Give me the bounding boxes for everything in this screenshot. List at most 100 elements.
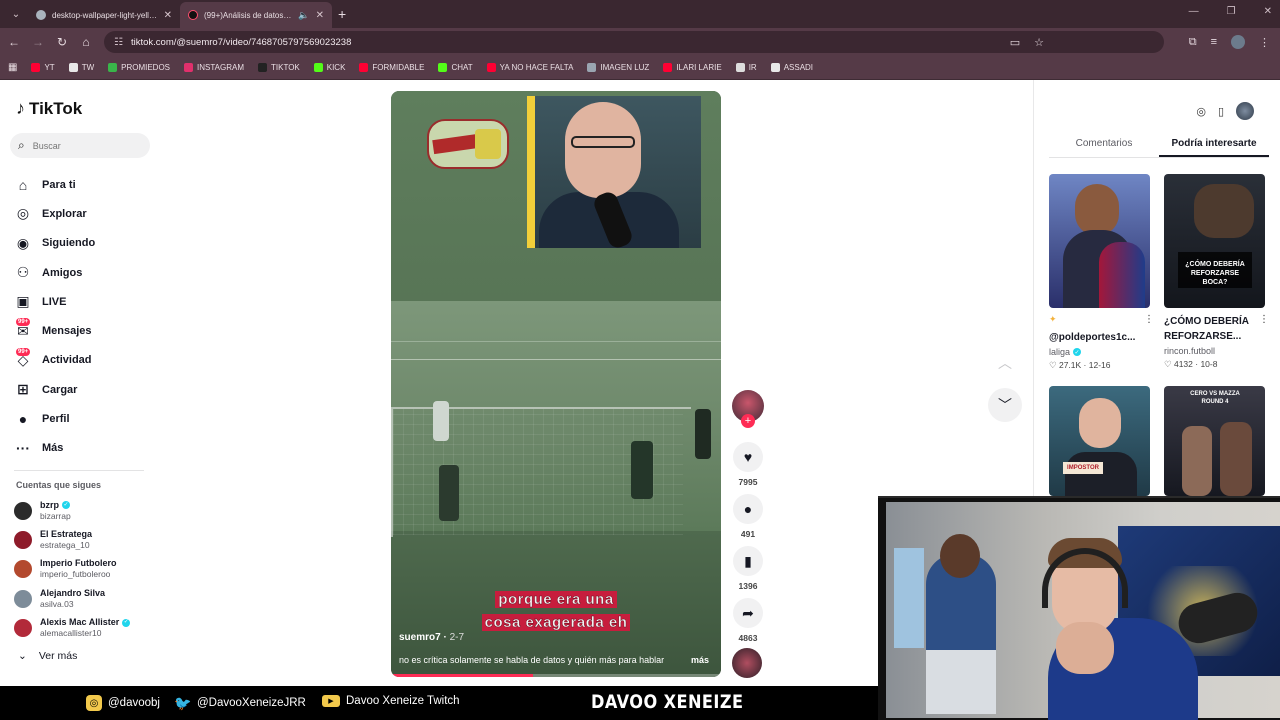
video-progress-bar[interactable] <box>391 674 721 677</box>
bookmark-label: FORMIDABLE <box>372 63 425 72</box>
subtitle-line-1: porque era una <box>391 591 721 608</box>
nav-label: Para ti <box>42 178 76 191</box>
bookmark-item[interactable]: IMAGEN LUZ <box>587 63 649 72</box>
forward-icon[interactable]: → <box>26 35 50 49</box>
next-video-button[interactable]: ﹀ <box>988 388 1022 422</box>
nav-item-explorar[interactable]: ◎ Explorar <box>14 199 95 228</box>
browser-tab-2[interactable]: (99+)Análisis de datos en el 🔈 ✕ <box>180 2 332 28</box>
maximize-icon[interactable]: ❐ <box>1227 6 1236 17</box>
bookmark-item[interactable]: TIKTOK <box>258 63 300 72</box>
bookmark-item[interactable]: YT <box>31 63 55 72</box>
suggested-video-card[interactable]: ✦ ⋮ @poldeportes1c... laliga ✓ ♡ 27.1K · … <box>1049 174 1154 371</box>
suggested-video-card[interactable]: ¿CÓMO DEBERÍA REFORZARSE BOCA? ⋮ ¿CÓMO D… <box>1164 174 1269 370</box>
nav-item-amigos[interactable]: ⚇ Amigos <box>14 258 95 287</box>
bookmark-item[interactable]: YA NO HACE FALTA <box>486 63 573 72</box>
suggested-video-card[interactable]: CERO VS MAZZA ROUND 4 <box>1164 386 1265 496</box>
bookmark-item[interactable]: KICK <box>313 63 345 72</box>
bookmark-star-icon[interactable]: ☆ <box>1034 36 1044 49</box>
site-info-icon[interactable]: ☷ <box>114 37 123 48</box>
music-disc-icon[interactable] <box>732 648 762 678</box>
chevron-up-icon: ︿ <box>998 355 1012 371</box>
following-account[interactable]: El Estratega estratega_10 <box>14 525 130 554</box>
video-player[interactable]: porque era una cosa exagerada eh suemro7… <box>391 91 721 677</box>
back-icon[interactable]: ← <box>2 35 26 49</box>
coin-icon[interactable]: ◎ <box>1196 105 1206 118</box>
browser-tab-1[interactable]: desktop-wallpaper-light-yellow ✕ <box>28 2 180 28</box>
tab-title: (99+)Análisis de datos en el <box>204 10 292 20</box>
bookmark-item[interactable]: FORMIDABLE <box>359 63 424 72</box>
url-text: tiktok.com/@suemro7/video/74687057975690… <box>130 36 352 48</box>
nav-item-mensajes[interactable]: ✉ 99+ Mensajes <box>14 316 95 345</box>
bookmark-item[interactable]: TW <box>68 63 95 72</box>
bookmark-item[interactable]: ASSADI <box>770 63 813 72</box>
card-meta: ♡ 4132 · 10-8 <box>1164 359 1218 369</box>
close-window-icon[interactable]: ✕ <box>1264 6 1272 17</box>
device-icon[interactable]: ▯ <box>1218 105 1224 118</box>
card-menu-icon[interactable]: ⋮ <box>1144 314 1154 325</box>
search-input[interactable] <box>32 140 133 151</box>
tiktok-sidebar: ♪ TikTok ⌕ ⌂ Para ti ◎ Explorar ◉ Siguiendo ⚇ A… <box>0 80 160 686</box>
nav-item-para-ti[interactable]: ⌂ Para ti <box>14 170 95 199</box>
extensions-icon[interactable]: ⧉ <box>1189 36 1197 49</box>
bookmark-item[interactable]: CHAT <box>438 63 473 72</box>
bookmark-item[interactable]: IR <box>735 63 757 72</box>
follow-plus-icon[interactable]: + <box>741 414 755 428</box>
bookmark-label: TW <box>81 63 95 72</box>
card-meta: ♡ 27.1K · 12-16 <box>1049 360 1111 370</box>
reload-icon[interactable]: ↻ <box>50 35 74 49</box>
creator-avatar[interactable]: + <box>732 390 764 428</box>
comment-count: 491 <box>740 529 756 539</box>
pitch-line <box>391 341 721 342</box>
bookmark-label: IMAGEN LUZ <box>600 63 650 72</box>
address-bar[interactable]: ☷ tiktok.com/@suemro7/video/746870579756… <box>104 31 1164 53</box>
close-tab-icon[interactable]: ✕ <box>316 10 324 21</box>
apps-grid-icon[interactable]: ▦ <box>8 62 17 73</box>
new-tab-button[interactable]: + <box>338 6 346 22</box>
share-button[interactable]: ➦ 4863 <box>732 598 764 643</box>
profile-avatar[interactable] <box>1231 35 1245 49</box>
following-account[interactable]: Alexis Mac Allister ✓ alemacallister10 <box>14 614 131 643</box>
following-list: bzrp ✓ bizarrap El Estratega estratega_10 Imp… <box>14 496 131 643</box>
comment-button[interactable]: ● 491 <box>732 494 764 539</box>
nav-item-más[interactable]: ··· Más <box>14 434 95 463</box>
user-avatar[interactable] <box>1236 102 1254 120</box>
nav-item-cargar[interactable]: ⊞ Cargar <box>14 375 95 404</box>
chevron-down-icon: ﹀ <box>988 388 1022 422</box>
tiktok-logo[interactable]: ♪ TikTok <box>16 98 82 119</box>
save-button[interactable]: ▮ 1396 <box>732 546 764 591</box>
speaker-icon[interactable]: 🔈 <box>298 10 309 21</box>
bookmark-item[interactable]: INSTAGRAM <box>184 63 244 72</box>
card-menu-icon[interactable]: ⋮ <box>1259 314 1269 325</box>
search-box[interactable]: ⌕ <box>10 133 150 158</box>
nav-item-siguiendo[interactable]: ◉ Siguiendo <box>14 229 95 258</box>
home-icon[interactable]: ⌂ <box>74 35 98 49</box>
bookmark-item[interactable]: ILARI LARIE <box>663 63 722 72</box>
following-account[interactable]: Alejandro Silva asilva.03 <box>14 584 130 613</box>
prev-video-button[interactable]: ︿ <box>988 346 1022 380</box>
twitch-handle: ▶ Davoo Xeneize Twitch <box>322 695 460 707</box>
minimize-icon[interactable]: — <box>1189 6 1199 17</box>
cast-icon[interactable]: ▭ <box>1010 36 1020 49</box>
like-button[interactable]: ♥ 7995 <box>732 442 764 487</box>
tab-search-menu-icon[interactable]: ⌄ <box>4 4 28 24</box>
nav-label: Mensajes <box>42 325 92 338</box>
more-link[interactable]: más <box>691 655 709 665</box>
menu-kebab-icon[interactable]: ⋮ <box>1259 36 1270 49</box>
nav-item-live[interactable]: ▣ LIVE <box>14 287 95 316</box>
media-icon[interactable]: ≡ <box>1211 36 1217 48</box>
tiktok-note-icon: ♪ <box>16 98 25 118</box>
tab-comments[interactable]: Comentarios <box>1049 138 1159 157</box>
live-icon: ▣ <box>16 293 30 310</box>
stream-brand: DAVOO XENEIZE <box>591 691 744 713</box>
video-author[interactable]: suemro7 · 2-7 <box>399 632 464 643</box>
nav-item-perfil[interactable]: ● Perfil <box>14 404 95 433</box>
bookmark-item[interactable]: PROMIEDOS <box>108 63 170 72</box>
nav-item-actividad[interactable]: ◇ 99+ Actividad <box>14 346 95 375</box>
see-more-button[interactable]: ⌄ Ver más <box>18 650 77 662</box>
tab-suggestions[interactable]: Podría interesarte <box>1159 138 1269 157</box>
close-tab-icon[interactable]: ✕ <box>164 10 172 21</box>
main-nav: ⌂ Para ti ◎ Explorar ◉ Siguiendo ⚇ Amigos ▣ LIVE ✉… <box>14 170 95 463</box>
following-account[interactable]: Imperio Futbolero imperio_futboleroo <box>14 555 130 584</box>
following-account[interactable]: bzrp ✓ bizarrap <box>14 496 130 525</box>
suggested-video-card[interactable]: IMPOSTOR <box>1049 386 1150 496</box>
